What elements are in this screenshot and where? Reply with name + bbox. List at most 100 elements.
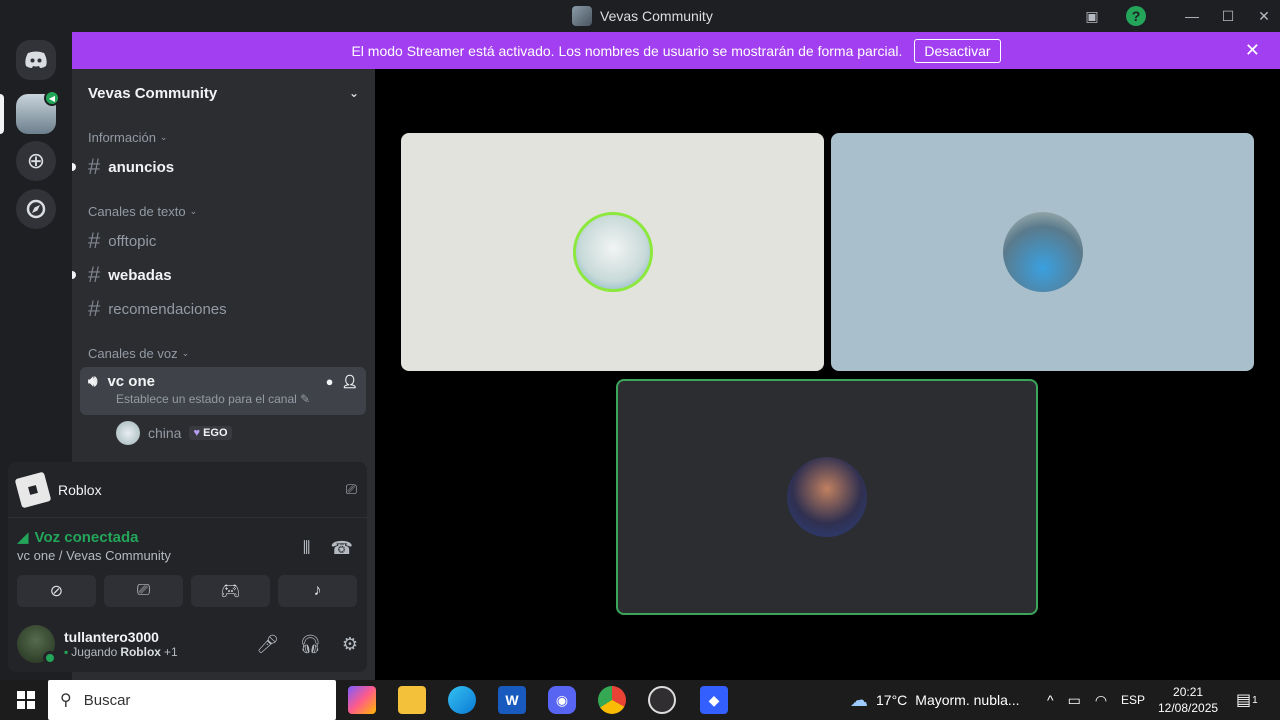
channel-offtopic[interactable]: # offtopic [80, 225, 366, 257]
voice-location[interactable]: vc one / Vevas Community [17, 548, 171, 563]
channel-recomendaciones[interactable]: # recomendaciones [80, 293, 366, 325]
close-window-button[interactable]: ✕ [1252, 4, 1276, 28]
help-icon[interactable]: ? [1126, 6, 1146, 26]
participant-tile-speaking[interactable] [616, 379, 1038, 615]
participant-avatar [1002, 212, 1083, 292]
heart-icon: ♥ [193, 427, 200, 439]
search-placeholder: Buscar [83, 691, 131, 709]
server-header[interactable]: Vevas Community ⌄ [72, 69, 375, 117]
battery-icon[interactable]: ▭ [1068, 692, 1081, 709]
voice-connected-label[interactable]: Voz conectada [35, 529, 139, 546]
activities-button[interactable]: 🎮︎ [191, 575, 270, 607]
channel-label: webadas [108, 266, 172, 284]
participant-tile[interactable] [831, 133, 1254, 371]
deactivate-button[interactable]: Desactivar [914, 38, 1001, 63]
roblox-taskbar-icon[interactable]: ◆ [700, 686, 728, 714]
maximize-button[interactable]: ☐ [1216, 4, 1240, 28]
disconnect-icon[interactable]: ☎ [331, 538, 353, 559]
minimize-button[interactable]: — [1180, 4, 1204, 28]
soundboard-button[interactable]: ♪ [278, 575, 357, 607]
hash-icon: # [88, 228, 101, 253]
chat-icon[interactable]: ● [326, 374, 334, 390]
camera-off-icon: ⊘ [49, 583, 64, 600]
window-title-text: Vevas Community [600, 8, 713, 24]
user-info: tullantero3000 ▪ Jugando Roblox +1 🎤︎ 🎧︎… [17, 624, 362, 665]
user-panel: Roblox ⎚ ◢ Voz conectada vc one / Vevas C… [8, 462, 367, 672]
soundboard-icon: ♪ [313, 582, 322, 599]
participant-avatar [572, 212, 653, 292]
title-bar: Vevas Community ▣ ? — ☐ ✕ [0, 0, 1280, 32]
avatar [116, 421, 140, 445]
streamer-mode-banner: El modo Streamer está activado. Los nomb… [72, 32, 1280, 69]
chrome-icon[interactable] [598, 686, 626, 714]
server-avatar [572, 6, 592, 26]
file-explorer-icon[interactable] [398, 686, 426, 714]
unread-dot [72, 163, 76, 171]
settings-icon[interactable]: ⚙ [342, 634, 358, 655]
voice-stage [375, 69, 1280, 680]
noise-suppression-icon[interactable]: ⦀ [303, 538, 311, 559]
channel-webadas[interactable]: # webadas [72, 259, 366, 291]
avatar[interactable] [17, 625, 57, 665]
category-label: Canales de texto [88, 204, 186, 219]
signal-icon: ◢ [17, 529, 29, 546]
edge-icon[interactable] [448, 686, 476, 714]
language-indicator[interactable]: ESP [1121, 693, 1145, 707]
discord-home-icon[interactable] [16, 40, 56, 80]
weather-cloud-icon: ☁ [850, 689, 868, 710]
taskbar-search[interactable]: ⚲ Buscar [48, 680, 336, 720]
voice-channel-vc-one[interactable]: 🔊︎ vc one ● 👤︎ Establece un estado para … [80, 367, 366, 415]
selected-server-pill [0, 94, 4, 134]
screen-share-button[interactable]: ⎚ [104, 575, 183, 607]
speaker-icon: 🔊︎ [88, 373, 98, 390]
participant-tile[interactable] [401, 133, 824, 371]
voice-status-text[interactable]: Establece un estado para el canal ✎ [116, 392, 358, 406]
channel-anuncios[interactable]: # anuncios [72, 151, 366, 183]
participant-avatar [787, 457, 867, 537]
voice-member[interactable]: china ♥ EGO [116, 421, 232, 445]
server-icon-vevas[interactable]: ◀ [16, 90, 60, 134]
pencil-icon: ✎ [300, 392, 311, 406]
close-banner-icon[interactable]: ✕ [1245, 40, 1260, 61]
online-status [43, 651, 57, 665]
username[interactable]: tullantero3000 [64, 629, 178, 645]
user-activity: ▪ Jugando Roblox +1 [64, 645, 178, 659]
windows-taskbar: ⚲ Buscar W ◉ ◆ ☁ 17°C Mayorm. nubla... ^… [0, 680, 1280, 720]
category-label: Canales de voz [88, 346, 178, 361]
notification-count: 1 [1252, 694, 1258, 706]
camera-off-button[interactable]: ⊘ [17, 575, 96, 607]
chevron-icon: ⌄ [181, 348, 190, 358]
chevron-up-icon[interactable]: ^ [1047, 692, 1054, 708]
category-informacion[interactable]: Información ⌄ [88, 130, 167, 145]
channel-label: recomendaciones [108, 300, 227, 318]
microphone-icon[interactable]: 🎤︎ [256, 634, 279, 655]
category-canales-texto[interactable]: Canales de texto ⌄ [88, 204, 197, 219]
headphones-icon[interactable]: 🎧︎ [299, 634, 322, 655]
gamepad-icon: ▪ [64, 645, 69, 659]
weather-temp: 17°C [876, 692, 908, 708]
notification-icon[interactable]: ▤ 1 [1236, 680, 1258, 720]
category-canales-voz[interactable]: Canales de voz ⌄ [88, 346, 189, 361]
word-icon[interactable]: W [498, 686, 526, 714]
wifi-icon[interactable]: ◠ [1095, 692, 1107, 709]
channel-label: anuncios [108, 158, 175, 176]
weather-text: Mayorm. nubla... [915, 692, 1020, 708]
invite-icon[interactable]: 👤︎ [341, 374, 358, 390]
weather-widget[interactable]: ☁ 17°C Mayorm. nubla... [850, 680, 1020, 720]
windows-start-icon[interactable] [12, 686, 40, 714]
obs-icon[interactable] [648, 686, 676, 714]
explore-icon[interactable] [16, 189, 56, 229]
gamepad-icon: 🎮︎ [220, 583, 241, 600]
stream-game-icon[interactable]: ⎚ [346, 481, 357, 498]
hash-icon: # [88, 262, 101, 287]
clock[interactable]: 20:21 12/08/2025 [1158, 680, 1218, 720]
search-icon: ⚲ [60, 692, 72, 709]
add-server-button[interactable]: ⊕ [16, 141, 56, 181]
hash-icon: # [88, 296, 101, 321]
chevron-down-icon: ⌄ [348, 86, 359, 100]
discord-taskbar-icon[interactable]: ◉ [548, 686, 576, 714]
clock-date: 12/08/2025 [1158, 701, 1219, 715]
member-name: china [148, 425, 182, 441]
inbox-icon[interactable]: ▣ [1080, 4, 1104, 28]
copilot-icon[interactable] [348, 686, 376, 714]
